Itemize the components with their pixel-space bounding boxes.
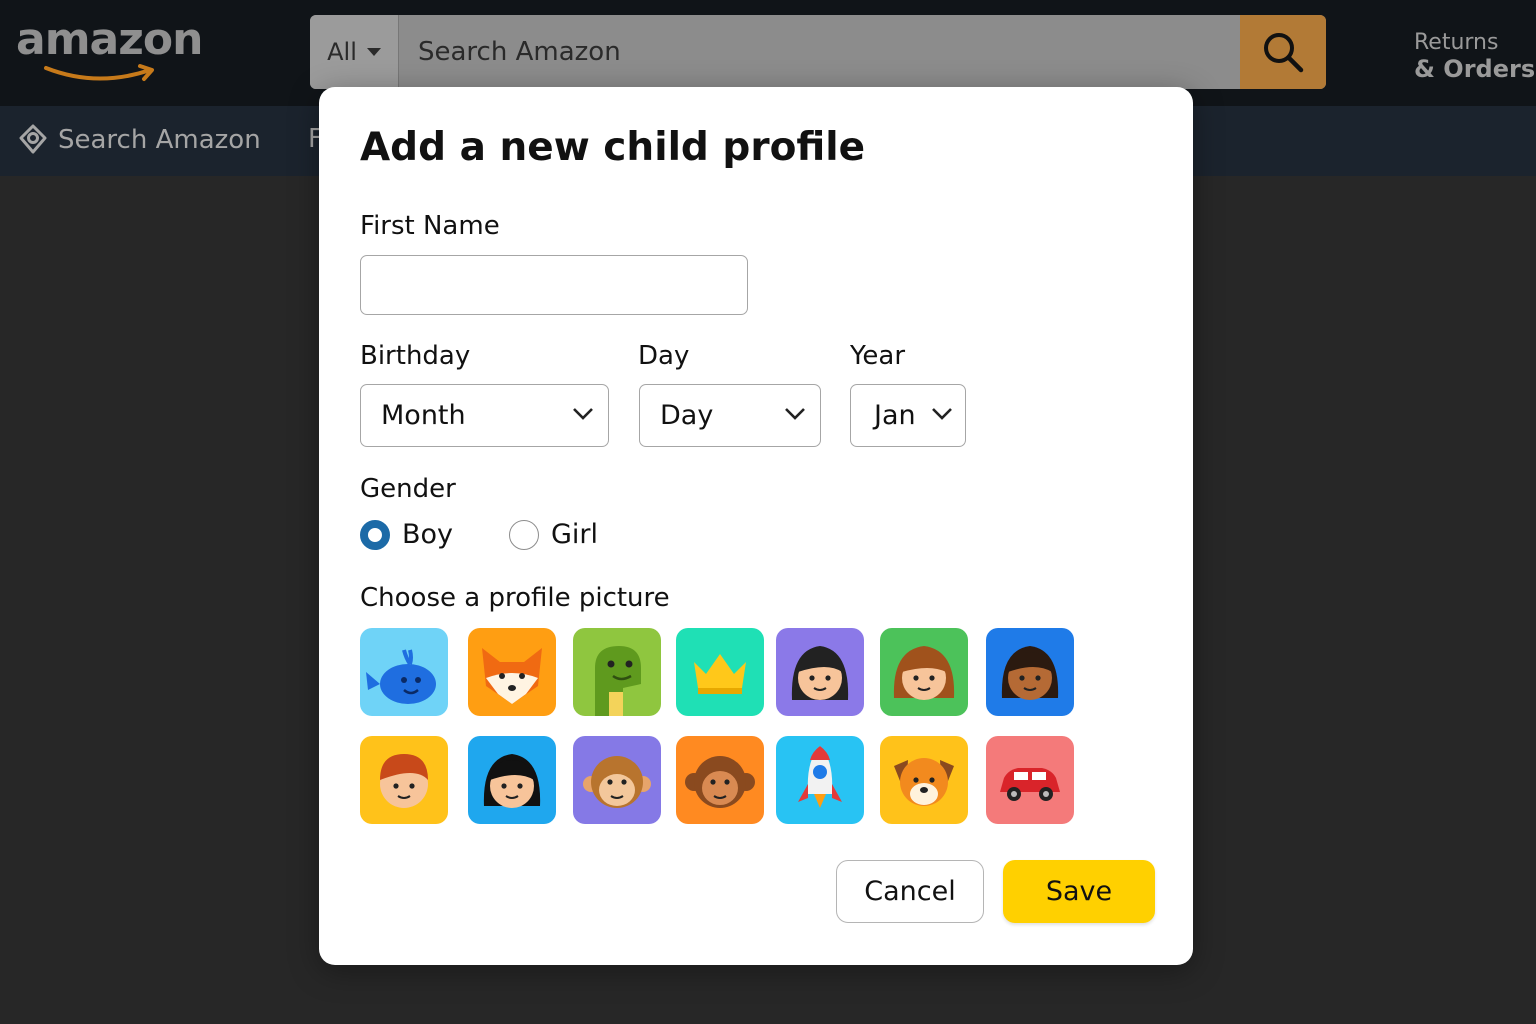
gender-option-boy[interactable]: Boy — [360, 519, 453, 550]
profile-picture-label: Choose a profile picture — [360, 583, 670, 613]
month-select-value: Month — [381, 400, 466, 431]
rocket-icon — [798, 746, 842, 808]
smile-arrow-icon — [44, 64, 154, 81]
girl-dark-hair-icon — [791, 646, 849, 700]
girl-dark-skin-icon — [1001, 646, 1059, 700]
search-input[interactable]: Search Amazon — [418, 15, 1238, 89]
gender-option-label: Girl — [551, 519, 599, 550]
returns-label: Returns — [1414, 30, 1499, 55]
boy-red-hair-icon — [380, 754, 428, 808]
search-icon — [1264, 33, 1304, 73]
chevron-down-icon — [573, 408, 593, 420]
search-category-dropdown[interactable]: All — [310, 15, 399, 89]
avatar-monkey[interactable] — [573, 736, 661, 824]
returns-orders-link[interactable]: Returns & Orders — [1414, 30, 1535, 82]
crown-icon — [694, 654, 746, 694]
radio-unselected-icon[interactable] — [509, 519, 539, 550]
year-select[interactable]: Jan — [850, 384, 966, 447]
radio-selected-icon[interactable] — [360, 519, 390, 550]
birthday-label: Birthday — [360, 341, 471, 371]
save-button[interactable]: Save — [1003, 860, 1155, 923]
first-name-input[interactable] — [360, 255, 748, 315]
avatar-crown[interactable] — [676, 628, 764, 716]
add-child-profile-dialog: Add a new child profile First Name Birth… — [319, 87, 1193, 965]
dinosaur-icon — [595, 646, 641, 716]
dog-icon — [894, 758, 954, 806]
year-label: Year — [850, 341, 906, 371]
search-bar: All Search Amazon — [310, 15, 1326, 89]
monkey-orange-icon — [685, 756, 755, 808]
day-select-value: Day — [660, 400, 714, 431]
day-select[interactable]: Day — [639, 384, 821, 447]
gender-option-label: Boy — [402, 519, 454, 550]
gender-option-girl[interactable]: Girl — [509, 519, 598, 550]
avatar-dinosaur[interactable] — [573, 628, 661, 716]
day-label: Day — [638, 341, 690, 371]
avatar-girl-brown-hair[interactable] — [880, 628, 968, 716]
amazon-logo[interactable]: amazon — [16, 18, 216, 88]
chevron-down-icon — [785, 408, 805, 420]
search-category-label: All — [327, 38, 357, 66]
girl-black-hair-icon — [483, 754, 541, 808]
gender-label: Gender — [360, 474, 456, 504]
avatar-whale[interactable] — [360, 628, 448, 716]
dialog-title: Add a new child profile — [360, 125, 866, 170]
location-link[interactable]: Search Amazon — [18, 124, 261, 156]
month-select[interactable]: Month — [360, 384, 609, 447]
avatar-fox[interactable] — [468, 628, 556, 716]
chevron-down-icon — [932, 408, 952, 420]
year-select-value: Jan — [874, 400, 916, 431]
monkey-icon — [583, 756, 651, 808]
first-name-label: First Name — [360, 211, 500, 241]
location-pin-icon — [19, 124, 47, 154]
fox-icon — [482, 648, 542, 704]
avatar-rocket[interactable] — [776, 736, 864, 824]
logo-wordmark: amazon — [16, 14, 203, 65]
avatar-car[interactable] — [986, 736, 1074, 824]
avatar-monkey-orange[interactable] — [676, 736, 764, 824]
whale-icon — [366, 649, 436, 704]
orders-label: & Orders — [1414, 55, 1536, 83]
car-icon — [1000, 768, 1060, 801]
cancel-button[interactable]: Cancel — [836, 860, 984, 923]
avatar-boy-red-hair[interactable] — [360, 736, 448, 824]
avatar-girl-black-hair[interactable] — [468, 736, 556, 824]
location-text: Search Amazon — [58, 125, 261, 155]
avatar-dog[interactable] — [880, 736, 968, 824]
caret-down-icon — [366, 48, 381, 56]
girl-brown-hair-icon — [893, 646, 955, 700]
search-button[interactable] — [1240, 15, 1326, 89]
avatar-girl-dark-skin[interactable] — [986, 628, 1074, 716]
avatar-girl-dark-hair[interactable] — [776, 628, 864, 716]
